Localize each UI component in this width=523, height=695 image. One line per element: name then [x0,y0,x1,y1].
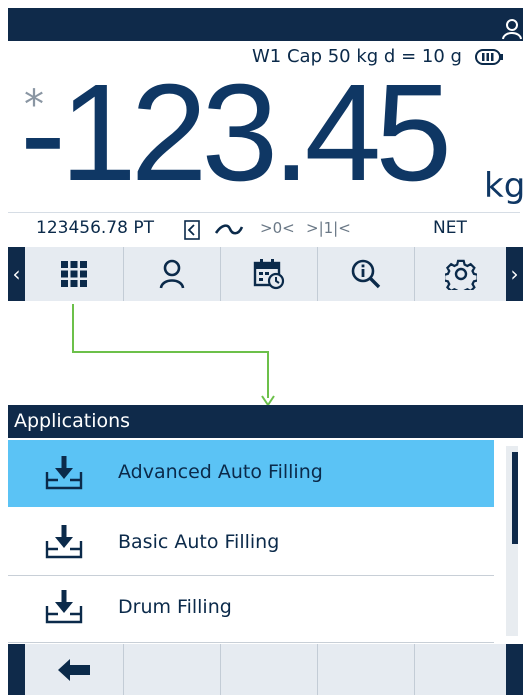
softkey-scroll-right[interactable]: › [506,247,523,301]
list-item-basic-auto-filling[interactable]: Basic Auto Filling [8,507,494,576]
center-of-zero: >0< [260,219,295,237]
range-indicator: >|1|< [306,219,351,237]
applications-icon [61,261,87,287]
softkey-applications[interactable] [26,247,122,301]
list-item-advanced-auto-filling[interactable]: Advanced Auto Filling [8,440,494,507]
back-arrow-icon [58,658,90,681]
battery-icon [474,49,503,65]
weight-display: -123.45 [20,56,452,210]
bottom-bar-edge-right [506,644,523,695]
softkey-info[interactable] [317,247,414,301]
softkey-settings[interactable] [414,247,507,301]
list-item-label: Advanced Auto Filling [118,461,323,483]
softkey-bar: ‹ › [8,247,523,301]
softkey-empty-5[interactable] [414,644,507,695]
softkey-user[interactable] [123,247,220,301]
user-icon [159,259,185,289]
softkey-calendar[interactable] [220,247,317,301]
secondary-value: 123456.78 PT [36,218,154,238]
scale-select-icon [184,220,200,240]
applications-title-bar: Applications [8,405,523,438]
filling-icon [45,456,83,490]
applications-softkey-bar [8,644,523,695]
motion-tilde-icon [214,224,244,235]
list-item-label: Drum Filling [118,596,232,618]
scrollbar-thumb[interactable] [512,452,518,544]
bottom-bar-edge-left [8,644,25,695]
weight-unit: kg [484,166,523,206]
softkey-empty-2[interactable] [123,644,220,695]
back-button[interactable] [26,644,122,695]
user-icon [502,19,522,40]
applications-title: Applications [14,410,131,432]
list-item-label: Basic Auto Filling [118,531,280,553]
status-row: 123456.78 PT >0< >|1|< NET [8,214,520,246]
filling-icon [45,590,83,624]
softkey-empty-3[interactable] [220,644,317,695]
scale-header-bar [8,8,523,41]
softkey-empty-4[interactable] [317,644,414,695]
filling-icon [45,525,83,559]
calendar-icon [253,259,285,290]
info-search-icon [351,259,381,289]
net-label: NET [433,218,467,238]
divider [8,212,520,213]
gear-icon [445,259,477,290]
softkey-scroll-left[interactable]: ‹ [8,247,25,301]
list-item-drum-filling[interactable]: Drum Filling [8,576,494,643]
